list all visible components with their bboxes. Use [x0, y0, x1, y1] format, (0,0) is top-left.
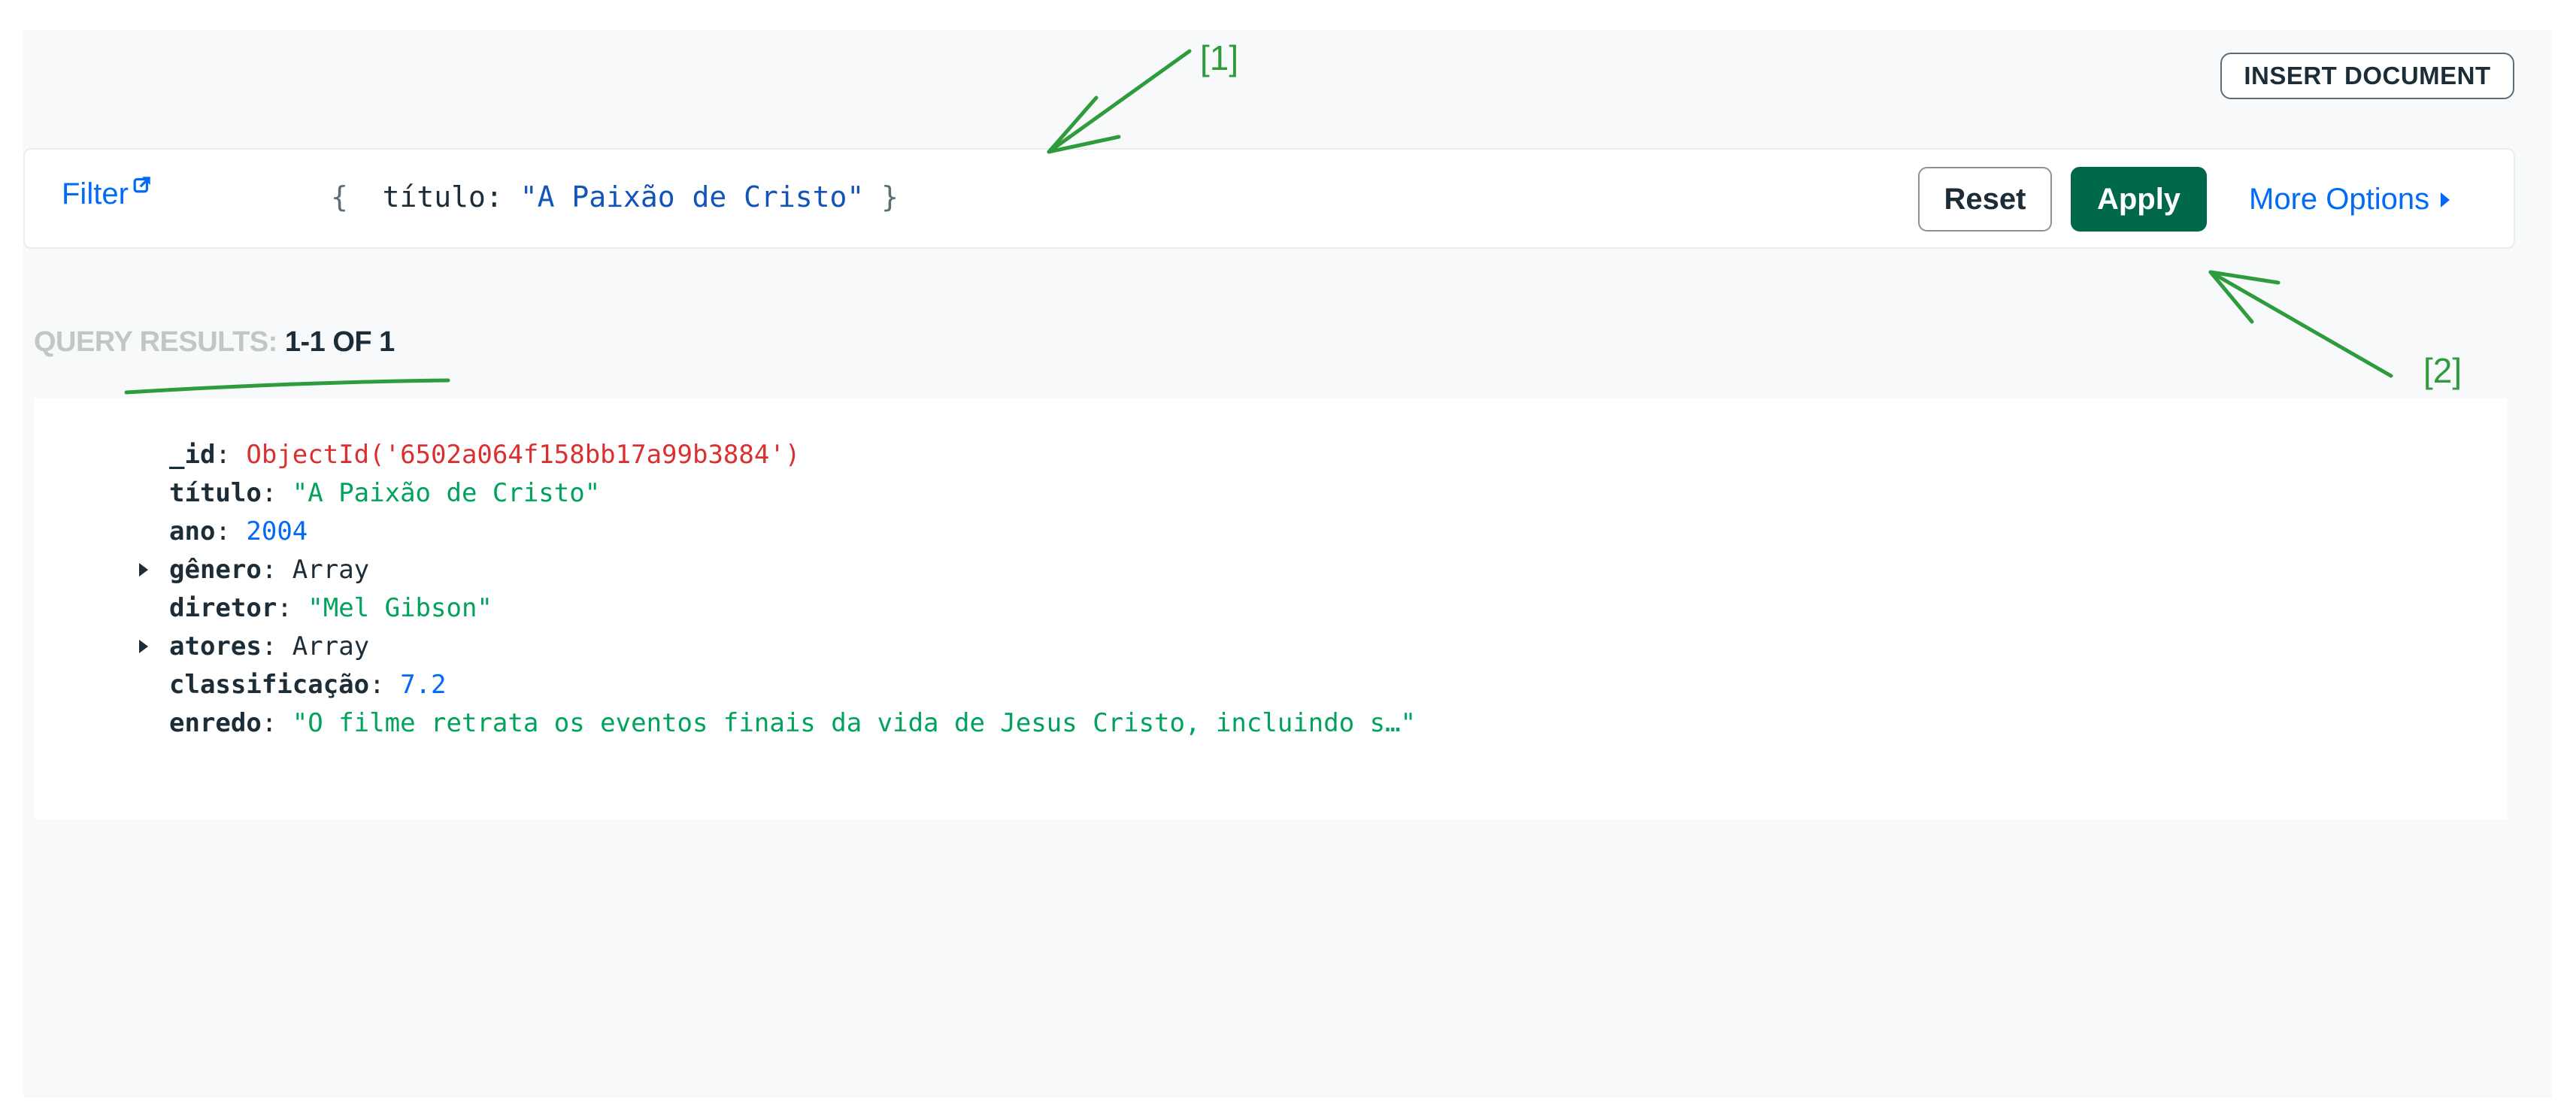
arrow-2-shaft	[2208, 270, 2393, 378]
annotation-overlay	[124, 49, 2393, 395]
results-underline	[124, 378, 450, 395]
